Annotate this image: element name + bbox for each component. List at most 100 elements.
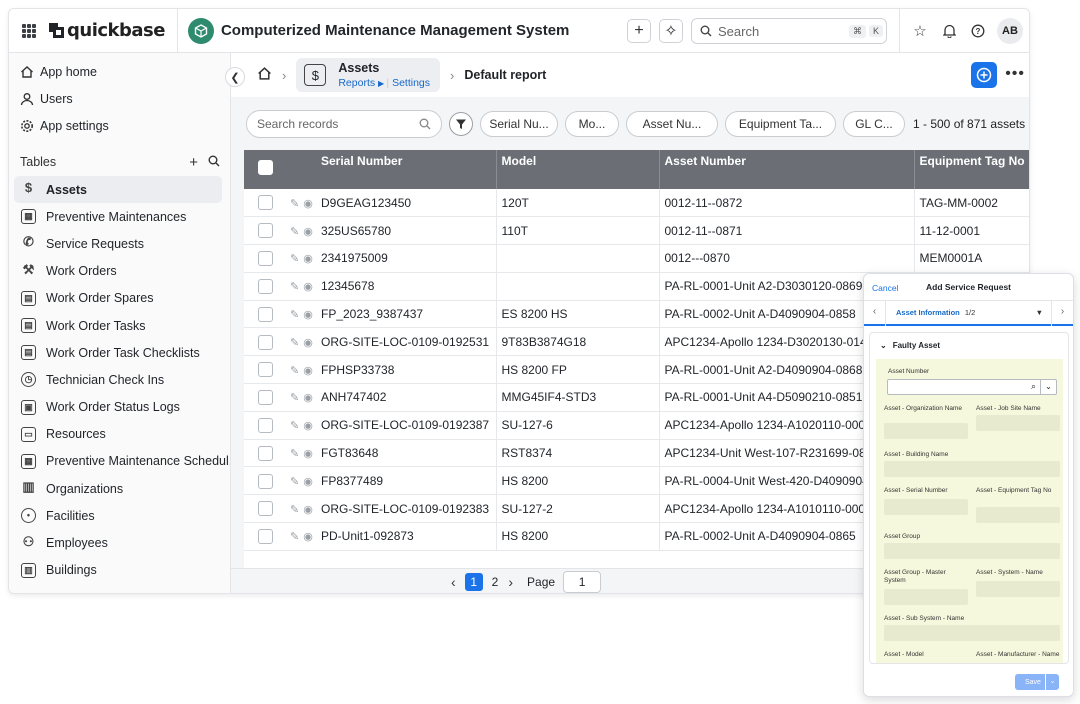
sidebar-item-work-order-spares[interactable]: ▤ Work Order Spares [9,285,222,312]
row-checkbox[interactable] [258,334,273,350]
view-eye-icon[interactable]: ◉ [303,392,313,404]
view-eye-icon[interactable]: ◉ [303,198,313,210]
sidebar-item-resources[interactable]: ▭ Resources [9,421,222,448]
more-options-icon[interactable]: ••• [1005,65,1025,83]
ai-sparkle-icon[interactable]: ✧ [659,19,683,43]
quickbase-logo[interactable]: quickbase [49,20,165,41]
filter-pill-equipment-tag[interactable]: Equipment Ta... [725,111,836,137]
view-eye-icon[interactable]: ◉ [303,365,313,377]
sidebar-item-assets[interactable]: $ Assets [14,176,222,204]
section-selector[interactable]: Asset Information 1/2 ▼ [886,308,1051,317]
view-eye-icon[interactable]: ◉ [303,226,313,238]
page-1-button[interactable]: 1 [464,573,483,591]
table-row[interactable]: ✎ ◉ D9GEAG123450 120T 0012-11--0872 TAG-MM-00… [244,189,1029,218]
view-eye-icon[interactable]: ◉ [303,253,313,265]
cancel-button[interactable]: Cancel [872,283,898,293]
edit-pencil-icon[interactable]: ✎ [290,531,299,543]
filter-pill-serial-number[interactable]: Serial Nu... [480,111,558,137]
row-checkbox[interactable] [258,390,273,406]
row-checkbox[interactable] [258,306,273,322]
sidebar-item-preventive-maintenances[interactable]: ▦ Preventive Maintenances [9,203,222,230]
sidebar-item-users[interactable]: Users [9,85,230,112]
edit-pencil-icon[interactable]: ✎ [290,198,299,210]
edit-pencil-icon[interactable]: ✎ [290,392,299,404]
chevron-down-icon[interactable]: ⌄ [1040,380,1056,394]
row-checkbox[interactable] [258,417,273,433]
view-eye-icon[interactable]: ◉ [303,448,313,460]
global-search-input[interactable]: Search ⌘ K [691,18,887,44]
sidebar-item-pm-schedules[interactable]: ▦ Preventive Maintenance Schedul... [9,448,230,475]
edit-pencil-icon[interactable]: ✎ [290,420,299,432]
edit-pencil-icon[interactable]: ✎ [290,476,299,488]
row-checkbox[interactable] [258,195,273,211]
edit-pencil-icon[interactable]: ✎ [290,448,299,460]
breadcrumb-home-icon[interactable] [257,66,272,85]
add-table-icon[interactable]: + [189,154,198,171]
edit-pencil-icon[interactable]: ✎ [290,309,299,321]
app-cube-icon[interactable] [187,17,214,44]
filter-pill-model[interactable]: Mo... [565,111,619,137]
select-all-checkbox[interactable] [258,160,273,176]
row-checkbox[interactable] [258,278,273,294]
row-checkbox[interactable] [258,223,273,239]
view-eye-icon[interactable]: ◉ [303,420,313,432]
user-avatar[interactable]: AB [997,18,1023,44]
edit-pencil-icon[interactable]: ✎ [290,226,299,238]
filter-funnel-icon[interactable] [449,112,473,136]
settings-link[interactable]: Settings [392,77,430,89]
edit-pencil-icon[interactable]: ✎ [290,504,299,516]
edit-pencil-icon[interactable]: ✎ [290,337,299,349]
app-title[interactable]: Computerized Maintenance Management Syst… [221,22,569,39]
sidebar-item-employees[interactable]: ⚇ Employees [9,529,222,556]
edit-pencil-icon[interactable]: ✎ [290,253,299,265]
sidebar-item-organizations[interactable]: ▥ Organizations [9,475,222,502]
search-icon[interactable]: ⌕ [1031,381,1036,392]
star-icon[interactable]: ☆ [910,21,930,41]
next-section-icon[interactable]: › [1051,299,1073,326]
row-checkbox[interactable] [258,362,273,378]
row-checkbox[interactable] [258,445,273,461]
save-menu-icon[interactable]: ⌄ [1045,674,1059,690]
asset-number-input[interactable]: ⌕ ⌄ [887,379,1057,395]
help-icon[interactable]: ? [968,21,988,41]
add-record-button[interactable] [971,62,997,88]
view-eye-icon[interactable]: ◉ [303,309,313,321]
row-checkbox[interactable] [258,251,273,267]
section-header[interactable]: ⌄ Faulty Asset [870,333,1068,357]
sidebar-item-buildings[interactable]: ▥ Buildings [9,557,222,584]
table-row[interactable]: ✎ ◉ 325US65780 110T 0012-11--0871 11-12-0001 [244,216,1029,246]
row-checkbox[interactable] [258,529,273,545]
report-title[interactable]: Default report [464,68,546,82]
filter-pill-gl-code[interactable]: GL C... [843,111,905,137]
filter-pill-asset-number[interactable]: Asset Nu... [626,111,718,137]
sidebar-item-technician-check-ins[interactable]: ◷ Technician Check Ins [9,366,222,393]
column-header-asset-number[interactable]: Asset Number [659,150,915,189]
sidebar-item-work-order-status-logs[interactable]: ▣ Work Order Status Logs [9,394,222,421]
breadcrumb-table-chip[interactable]: $ Assets Reports ▶ | Settings [296,58,441,92]
app-grid-icon[interactable] [22,23,36,38]
next-page-icon[interactable]: › [508,574,513,590]
view-eye-icon[interactable]: ◉ [303,476,313,488]
sidebar-item-app-home[interactable]: App home [9,58,230,85]
add-button[interactable]: + [627,19,651,43]
prev-page-icon[interactable]: ‹ [451,574,456,590]
view-eye-icon[interactable]: ◉ [303,531,313,543]
sidebar-item-work-orders[interactable]: ⚒ Work Orders [9,258,222,285]
sidebar-item-app-settings[interactable]: App settings [9,112,230,139]
save-button[interactable]: Save ⌄ [1015,674,1059,690]
sidebar-item-work-order-task-checklists[interactable]: ▤ Work Order Task Checklists [9,339,222,366]
sidebar-item-work-order-tasks[interactable]: ▤ Work Order Tasks [9,312,222,339]
collapse-sidebar-button[interactable]: ❮ [225,67,245,87]
view-eye-icon[interactable]: ◉ [303,337,313,349]
search-tables-icon[interactable] [208,154,220,171]
page-number-input[interactable]: 1 [563,571,602,593]
table-row[interactable]: ✎ ◉ 2341975009 0012---0870 MEM0001A [244,244,1029,273]
column-header-model[interactable]: Model [496,150,660,189]
search-records-input[interactable]: Search records [246,110,442,138]
view-eye-icon[interactable]: ◉ [303,504,313,516]
prev-section-icon[interactable]: ‹ [864,299,886,326]
reports-link[interactable]: Reports [338,77,375,89]
column-header-equipment-tag[interactable]: Equipment Tag No [914,150,1029,189]
column-header-serial-number[interactable]: Serial Number [316,150,497,189]
row-checkbox[interactable] [258,501,273,517]
